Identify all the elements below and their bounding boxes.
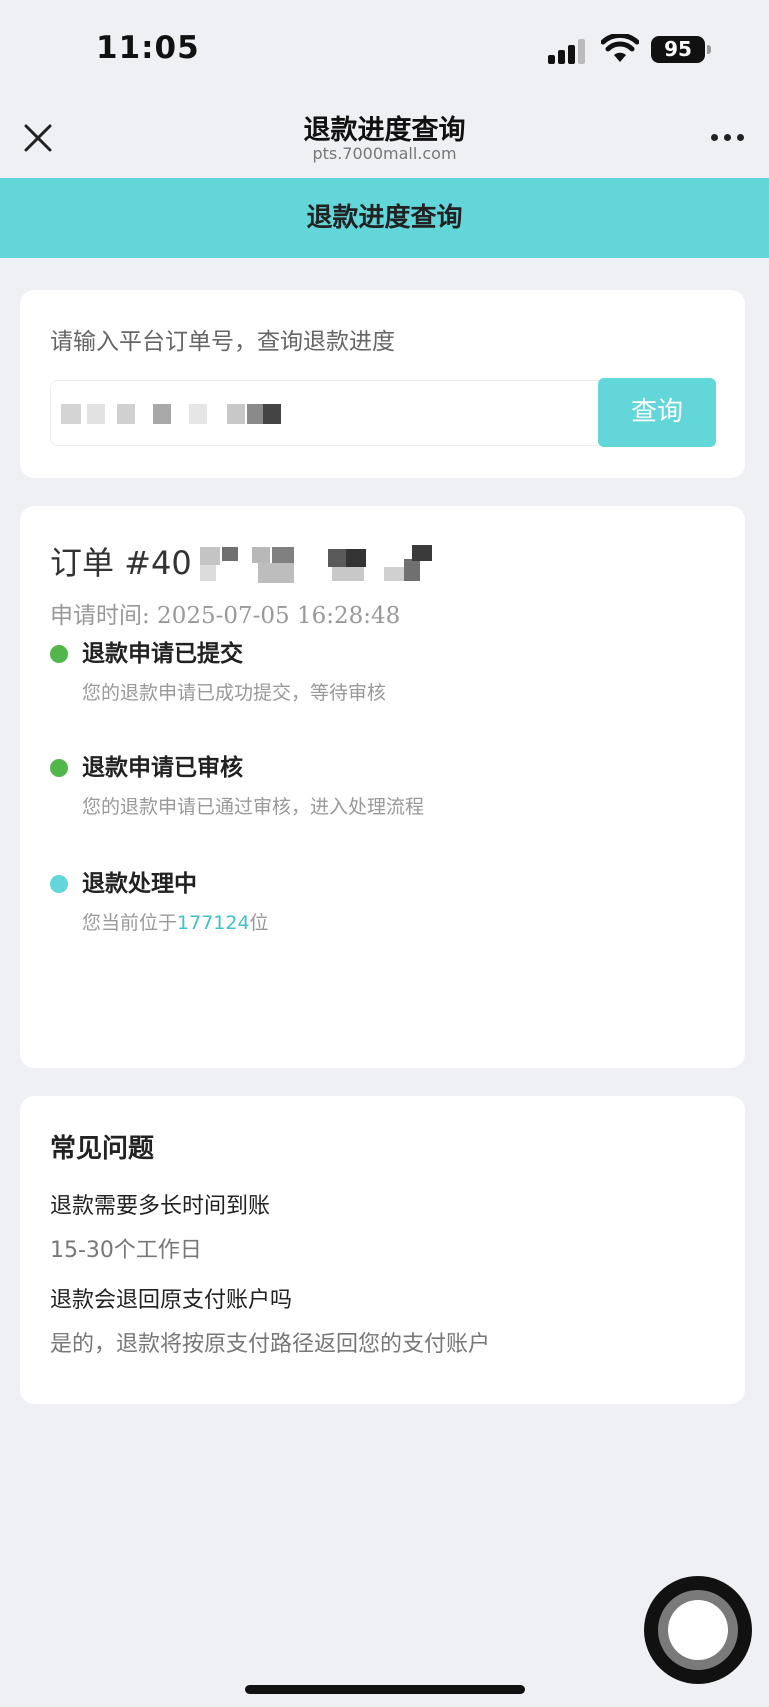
step-desc: 您的退款申请已成功提交，等待审核 bbox=[82, 682, 387, 704]
redacted-value bbox=[61, 404, 81, 424]
search-button[interactable]: 查询 bbox=[598, 378, 716, 447]
faq-answer: 15-30个工作日 bbox=[50, 1238, 202, 1263]
faq-question: 退款会退回原支付账户吗 bbox=[50, 1288, 293, 1313]
floating-button-core bbox=[668, 1600, 728, 1660]
battery-nub bbox=[707, 45, 711, 54]
queue-suffix: 位 bbox=[249, 912, 269, 934]
order-number-prefix: 订单 #40 bbox=[50, 544, 192, 582]
step-title: 退款处理中 bbox=[82, 871, 197, 897]
redacted-value bbox=[189, 404, 207, 424]
redacted-value bbox=[247, 404, 263, 424]
status-bar: 11:05 95 bbox=[0, 0, 769, 100]
page-header: 退款进度查询 bbox=[0, 178, 769, 258]
order-card: 订单 #40 申请时间: 2025-07-05 16:28:48 退款申请已提交… bbox=[20, 506, 745, 1068]
redacted-value bbox=[227, 404, 245, 424]
battery-indicator: 95 bbox=[651, 36, 705, 63]
step-status-dot bbox=[50, 759, 68, 777]
order-title: 订单 #40 bbox=[50, 538, 460, 585]
search-hint: 请输入平台订单号，查询退款进度 bbox=[50, 329, 395, 355]
faq-title: 常见问题 bbox=[50, 1134, 155, 1164]
queue-position-text: 您当前位于177124位 bbox=[82, 908, 269, 935]
floating-assistive-button[interactable] bbox=[644, 1576, 752, 1684]
signal-icon bbox=[548, 38, 588, 64]
queue-position-number: 177124 bbox=[177, 912, 250, 934]
faq-card: 常见问题 退款需要多长时间到账 15-30个工作日 退款会退回原支付账户吗 是的… bbox=[20, 1096, 745, 1404]
more-icon[interactable] bbox=[711, 134, 745, 142]
step-desc: 您的退款申请已通过审核，进入处理流程 bbox=[82, 796, 425, 818]
wifi-icon bbox=[601, 34, 639, 62]
faq-question: 退款需要多长时间到账 bbox=[50, 1194, 271, 1219]
redacted-value bbox=[153, 404, 171, 424]
search-card: 请输入平台订单号，查询退款进度 查询 bbox=[20, 290, 745, 478]
redacted-value bbox=[117, 404, 135, 424]
apply-time: 申请时间: 2025-07-05 16:28:48 bbox=[50, 603, 401, 629]
faq-answer: 是的，退款将按原支付路径返回您的支付账户 bbox=[50, 1332, 491, 1357]
nav-title: 退款进度查询 bbox=[303, 115, 466, 146]
home-indicator[interactable] bbox=[245, 1685, 525, 1694]
step-status-dot bbox=[50, 645, 68, 663]
order-number-input[interactable] bbox=[50, 380, 606, 446]
nav-url: pts.7000mall.com bbox=[312, 144, 457, 163]
status-time: 11:05 bbox=[96, 30, 200, 66]
step-status-dot bbox=[50, 875, 68, 893]
step-submitted: 退款申请已提交 您的退款申请已成功提交，等待审核 bbox=[50, 634, 710, 714]
step-processing: 退款处理中 您当前位于177124位 bbox=[50, 864, 710, 944]
step-title: 退款申请已审核 bbox=[82, 755, 243, 781]
redacted-order-number bbox=[199, 545, 460, 585]
nav-bar: 退款进度查询 pts.7000mall.com bbox=[0, 100, 769, 178]
step-reviewed: 退款申请已审核 您的退款申请已通过审核，进入处理流程 bbox=[50, 748, 710, 828]
redacted-value bbox=[87, 404, 105, 424]
queue-prefix: 您当前位于 bbox=[82, 912, 178, 934]
step-title: 退款申请已提交 bbox=[82, 641, 243, 667]
redacted-value bbox=[263, 404, 281, 424]
